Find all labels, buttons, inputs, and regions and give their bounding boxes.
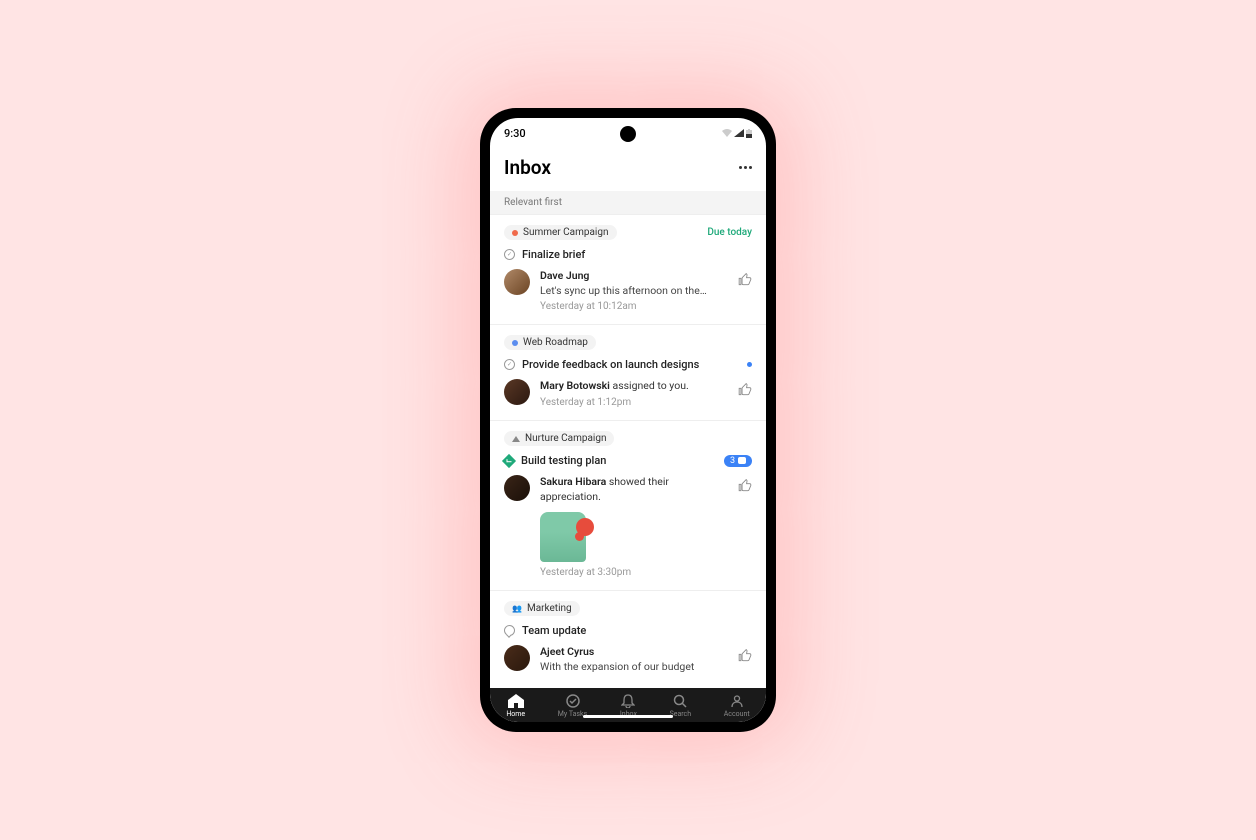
- author-name: Dave Jung: [540, 269, 589, 282]
- wifi-icon: [722, 129, 732, 137]
- sort-label: Relevant first: [504, 197, 562, 208]
- chip-label: Nurture Campaign: [525, 433, 606, 444]
- activity-body: Ajeet Cyrus With the expansion of our bu…: [540, 645, 728, 674]
- search-icon: [672, 694, 688, 708]
- chip-label: Web Roadmap: [523, 337, 588, 348]
- conversation-icon[interactable]: [504, 625, 515, 636]
- screen: 9:30 Inbox Relevant first Summe: [490, 118, 766, 722]
- avatar[interactable]: [504, 645, 530, 671]
- task-title: Build testing plan: [521, 454, 717, 467]
- task-title: Finalize brief: [522, 248, 752, 261]
- task-check-icon[interactable]: ✓: [504, 249, 515, 260]
- chip-dot-icon: [512, 230, 518, 236]
- camera-hole: [620, 126, 636, 142]
- appreciation-sticker: [540, 512, 586, 562]
- like-icon[interactable]: [738, 479, 752, 493]
- signal-icon: [734, 129, 744, 137]
- header: Inbox: [490, 148, 766, 191]
- unread-dot-icon: [747, 362, 752, 367]
- tab-search[interactable]: Search: [670, 694, 692, 718]
- avatar[interactable]: [504, 379, 530, 405]
- activity-suffix: assigned to you.: [610, 379, 689, 392]
- author-name: Sakura Hibara: [540, 475, 606, 488]
- tab-label: Account: [724, 710, 750, 718]
- tab-label: Home: [506, 710, 525, 718]
- like-icon[interactable]: [738, 649, 752, 663]
- chip-label: Marketing: [527, 603, 572, 614]
- activity-body: Sakura Hibara showed their appreciation.…: [540, 475, 728, 580]
- status-time: 9:30: [504, 127, 526, 140]
- chip-triangle-icon: [512, 436, 520, 442]
- timestamp: Yesterday at 3:30pm: [540, 566, 728, 580]
- task-title: Provide feedback on launch designs: [522, 358, 740, 371]
- avatar[interactable]: [504, 269, 530, 295]
- more-button[interactable]: [739, 166, 752, 169]
- project-chip[interactable]: Nurture Campaign: [504, 431, 614, 446]
- inbox-card[interactable]: 👥 Marketing Team update Ajeet Cyrus With…: [490, 591, 766, 684]
- chip-label: Summer Campaign: [523, 227, 609, 238]
- activity-body: Mary Botowski assigned to you. Yesterday…: [540, 379, 728, 410]
- comment-count-badge[interactable]: 3: [724, 455, 752, 467]
- timestamp: Yesterday at 10:12am: [540, 300, 728, 314]
- inbox-card[interactable]: Web Roadmap ✓ Provide feedback on launch…: [490, 325, 766, 421]
- timestamp: Yesterday at 1:12pm: [540, 396, 728, 410]
- avatar[interactable]: [504, 475, 530, 501]
- like-icon[interactable]: [738, 273, 752, 287]
- like-icon[interactable]: [738, 383, 752, 397]
- inbox-list: Summer Campaign Due today ✓ Finalize bri…: [490, 215, 766, 688]
- battery-icon: [746, 129, 752, 138]
- inbox-card[interactable]: Nurture Campaign Build testing plan 3 Sa…: [490, 421, 766, 591]
- author-name: Mary Botowski: [540, 379, 610, 392]
- tab-home[interactable]: Home: [506, 694, 525, 718]
- comment-icon: [738, 457, 746, 464]
- task-check-icon[interactable]: ✓: [504, 359, 515, 370]
- comment-count: 3: [730, 456, 735, 466]
- chip-people-icon: 👥: [512, 604, 522, 613]
- message-preview: Let's sync up this afternoon on the…: [540, 284, 728, 299]
- status-icons: [722, 129, 752, 138]
- project-chip[interactable]: 👥 Marketing: [504, 601, 580, 616]
- sort-bar[interactable]: Relevant first: [490, 191, 766, 215]
- inbox-card[interactable]: Summer Campaign Due today ✓ Finalize bri…: [490, 215, 766, 325]
- tab-account[interactable]: Account: [724, 694, 750, 718]
- task-complete-icon[interactable]: [502, 453, 516, 467]
- bell-icon: [620, 694, 636, 708]
- check-circle-icon: [565, 694, 581, 708]
- task-title: Team update: [522, 624, 752, 637]
- home-indicator[interactable]: [583, 715, 673, 718]
- project-chip[interactable]: Summer Campaign: [504, 225, 617, 240]
- chip-dot-icon: [512, 340, 518, 346]
- author-name: Ajeet Cyrus: [540, 645, 594, 658]
- activity-body: Dave Jung Let's sync up this afternoon o…: [540, 269, 728, 314]
- message-preview: With the expansion of our budget: [540, 660, 728, 675]
- page-title: Inbox: [504, 156, 551, 179]
- phone-frame: 9:30 Inbox Relevant first Summe: [480, 108, 776, 732]
- due-badge: Due today: [707, 227, 752, 238]
- project-chip[interactable]: Web Roadmap: [504, 335, 596, 350]
- home-icon: [508, 694, 524, 708]
- person-icon: [729, 694, 745, 708]
